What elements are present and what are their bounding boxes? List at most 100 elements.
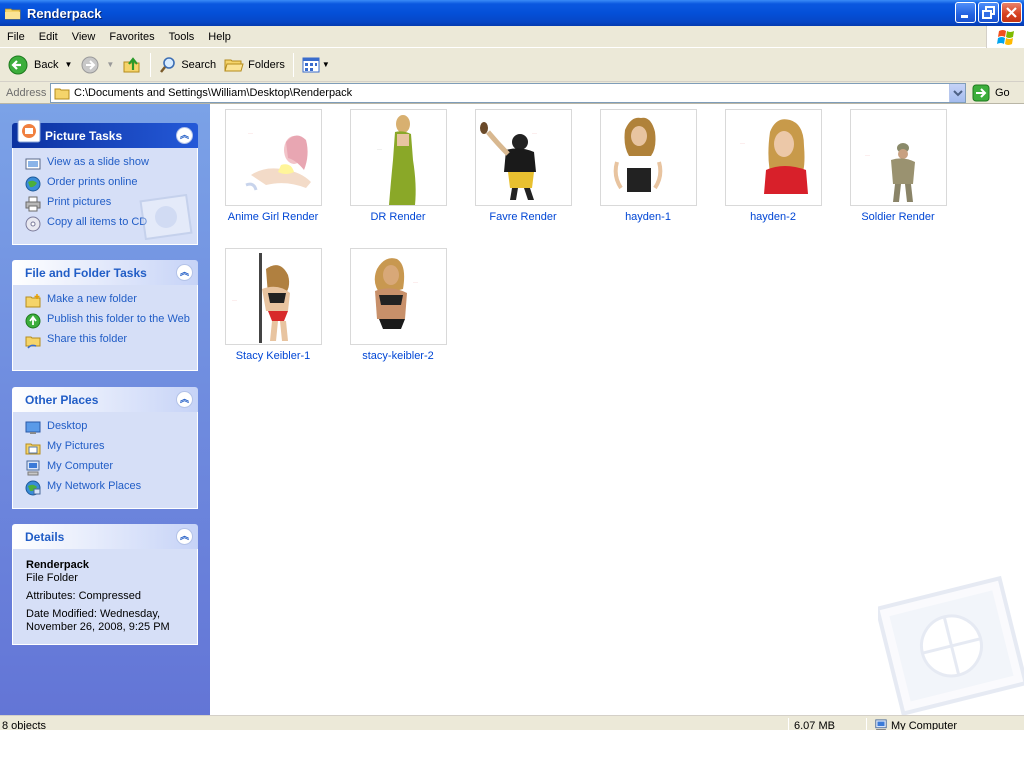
folder-icon (5, 8, 21, 19)
file-view: ····· Anime Girl Render ····· DR Render … (210, 104, 1024, 715)
file-item[interactable]: ····· stacy-keibler-2 (338, 248, 458, 362)
up-folder-button[interactable] (118, 52, 146, 78)
picture-tasks-icon (17, 119, 41, 143)
menu-file[interactable]: File (0, 27, 32, 47)
file-name: hayden-2 (750, 211, 796, 223)
file-folder-tasks-header[interactable]: File and Folder Tasks ︽ (12, 260, 198, 285)
go-button[interactable]: Go (972, 84, 1010, 102)
collapse-chevron-icon[interactable]: ︽ (176, 391, 193, 408)
title-bar[interactable]: Renderpack (0, 0, 1024, 26)
collapse-chevron-icon[interactable]: ︽ (176, 528, 193, 545)
place-desktop[interactable]: Desktop (25, 420, 197, 436)
menu-tools[interactable]: Tools (162, 27, 202, 47)
file-item[interactable]: ····· Anime Girl Render (213, 109, 333, 223)
menu-help[interactable]: Help (201, 27, 238, 47)
file-item[interactable]: ····· hayden-1 (588, 109, 708, 223)
menu-favorites[interactable]: Favorites (102, 27, 161, 47)
pictures-watermark-icon (139, 194, 193, 240)
windows-flag-icon (997, 30, 1014, 45)
file-name: Anime Girl Render (227, 211, 319, 223)
menu-edit[interactable]: Edit (32, 27, 65, 47)
collapse-chevron-icon[interactable]: ︽ (176, 127, 193, 144)
views-button[interactable]: ▼ (298, 52, 334, 78)
svg-text:·····: ····· (248, 131, 253, 135)
restore-button[interactable] (978, 2, 999, 23)
toolbar: Back ▼ ▼ Search Folders ▼ (0, 48, 1024, 82)
file-name: stacy-keibler-2 (362, 350, 434, 362)
place-my-pictures[interactable]: My Pictures (25, 440, 197, 456)
toolbar-separator (292, 52, 294, 77)
minimize-icon (961, 15, 968, 18)
pictures-folder-watermark-icon (878, 575, 1024, 715)
file-folder-tasks-body: Make a new folder Publish this folder to… (12, 285, 198, 371)
cd-icon (25, 216, 41, 232)
file-item[interactable]: ····· hayden-2 (713, 109, 833, 223)
folders-button[interactable]: Folders (220, 52, 289, 78)
forward-button[interactable]: ▼ (76, 52, 118, 78)
file-folder-tasks-panel: File and Folder Tasks ︽ Make a new folde… (12, 260, 198, 371)
views-dropdown-icon[interactable]: ▼ (322, 60, 330, 69)
toolbar-separator (150, 52, 152, 77)
svg-text:·····: ····· (413, 280, 418, 284)
task-publish-web[interactable]: Publish this folder to the Web (25, 313, 197, 329)
task-new-folder[interactable]: Make a new folder (25, 293, 197, 309)
back-label: Back (34, 58, 59, 71)
picture-tasks-panel: Picture Tasks ︽ View as a slide show Ord… (12, 119, 198, 245)
search-icon (160, 56, 176, 73)
folders-icon (224, 59, 244, 71)
windows-logo (986, 26, 1024, 48)
file-item[interactable]: ····· Stacy Keibler-1 (213, 248, 333, 362)
details-name: Renderpack (26, 559, 89, 571)
address-dropdown-button[interactable] (949, 84, 965, 102)
place-my-network-places[interactable]: My Network Places (25, 480, 197, 496)
other-places-header[interactable]: Other Places ︽ (12, 387, 198, 412)
printer-icon (25, 196, 41, 212)
address-input[interactable]: C:\Documents and Settings\William\Deskto… (50, 83, 966, 103)
menu-view[interactable]: View (65, 27, 103, 47)
details-body: Renderpack File Folder Attributes: Compr… (12, 549, 198, 645)
svg-text:·····: ····· (865, 153, 870, 157)
place-my-computer[interactable]: My Computer (25, 460, 197, 476)
globe-icon (25, 176, 41, 192)
task-slide-show[interactable]: View as a slide show (25, 156, 197, 172)
panel-title: File and Folder Tasks (25, 265, 147, 280)
stacy-keibler-2-thumbnail: ····· (349, 248, 447, 345)
collapse-chevron-icon[interactable]: ︽ (176, 264, 193, 281)
search-button[interactable]: Search (155, 52, 220, 78)
page-bottom (0, 730, 1024, 768)
menu-bar: File Edit View Favorites Tools Help (0, 26, 1024, 48)
file-item[interactable]: ····· DR Render (338, 109, 458, 223)
address-path: C:\Documents and Settings\William\Deskto… (74, 87, 353, 99)
panel-title: Picture Tasks (45, 128, 123, 143)
file-name: Soldier Render (861, 211, 935, 223)
file-item[interactable]: ····· Soldier Render (838, 109, 958, 223)
folder-icon (54, 88, 70, 100)
minimize-button[interactable] (955, 2, 976, 23)
back-dropdown-icon[interactable]: ▼ (64, 60, 72, 69)
close-button[interactable] (1001, 2, 1022, 23)
back-button[interactable]: Back ▼ (4, 52, 76, 78)
picture-tasks-header[interactable]: Picture Tasks ︽ (12, 119, 198, 148)
details-type: File Folder (26, 572, 78, 584)
file-name: DR Render (370, 211, 426, 223)
soldier-render-thumbnail: ····· (849, 109, 947, 206)
panel-title: Other Places (25, 392, 99, 407)
file-name: hayden-1 (625, 211, 671, 223)
views-icon (302, 57, 320, 72)
window-title: Renderpack (27, 5, 102, 21)
task-share-folder[interactable]: Share this folder (25, 333, 197, 349)
dr-render-thumbnail: ····· (349, 109, 447, 206)
svg-text:·····: ····· (532, 131, 537, 135)
hayden-1-thumbnail: ····· (599, 109, 697, 206)
file-item[interactable]: ····· Favre Render (463, 109, 583, 223)
forward-dropdown-icon[interactable]: ▼ (106, 60, 114, 69)
details-header[interactable]: Details ︽ (12, 524, 198, 549)
address-bar: Address C:\Documents and Settings\Willia… (0, 82, 1024, 104)
up-folder-icon (123, 56, 140, 72)
picture-tasks-body: View as a slide show Order prints online… (12, 148, 198, 245)
favre-render-thumbnail: ····· (474, 109, 572, 206)
file-name: Favre Render (489, 211, 557, 223)
svg-text:·····: ····· (740, 141, 745, 145)
task-order-prints[interactable]: Order prints online (25, 176, 197, 192)
close-icon (1006, 7, 1017, 18)
